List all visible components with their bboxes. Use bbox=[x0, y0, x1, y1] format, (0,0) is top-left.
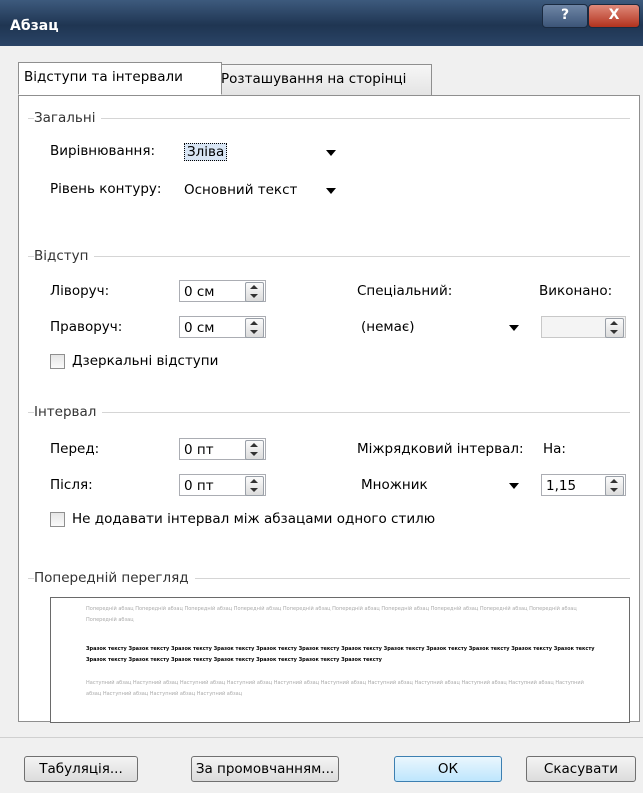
spacing-before-label: Перед: bbox=[50, 441, 100, 457]
section-preview-label: Попередній перегляд bbox=[34, 570, 195, 586]
ok-button[interactable]: ОК bbox=[394, 756, 502, 782]
paragraph-preview: Попередній абзац Попередній абзац Попере… bbox=[50, 597, 630, 723]
line-spacing-label: Міжрядковий інтервал: bbox=[357, 441, 524, 457]
spacing-at-label: На: bbox=[543, 441, 566, 457]
spacing-before-value: 0 пт bbox=[184, 442, 214, 458]
spacing-after-label: Після: bbox=[50, 477, 93, 493]
tab-indents-spacing[interactable]: Відступи та інтервали bbox=[18, 62, 222, 95]
outline-level-dropdown[interactable]: Основний текст bbox=[180, 179, 344, 201]
indent-right-label: Праворуч: bbox=[50, 319, 123, 335]
mirror-indents-checkbox[interactable] bbox=[50, 354, 65, 369]
section-indent-label: Відступ bbox=[34, 248, 95, 264]
mirror-indents-label: Дзеркальні відступи bbox=[72, 353, 219, 369]
spin-buttons-icon[interactable] bbox=[605, 318, 624, 338]
window-title: Абзац bbox=[10, 18, 59, 34]
spacing-at-spinner[interactable]: 1,15 bbox=[541, 474, 626, 496]
spin-buttons-icon[interactable] bbox=[605, 476, 624, 496]
spacing-at-value: 1,15 bbox=[546, 478, 577, 494]
preview-sample-text: Зразок тексту Зразок тексту Зразок текст… bbox=[86, 646, 595, 663]
line-spacing-value: Множник bbox=[361, 477, 428, 493]
spin-buttons-icon[interactable] bbox=[245, 476, 264, 496]
title-bar: Абзац ? X bbox=[0, 0, 643, 46]
no-space-same-style-checkbox[interactable] bbox=[50, 512, 65, 527]
cancel-button[interactable]: Скасувати bbox=[526, 756, 636, 782]
alignment-label: Вирівнювання: bbox=[50, 143, 156, 159]
section-divider bbox=[28, 118, 630, 119]
indent-by-label: Виконано: bbox=[539, 283, 613, 299]
paragraph-dialog: Абзац ? X Відступи та інтервали Розташув… bbox=[0, 0, 643, 793]
spacing-before-spinner[interactable]: 0 пт bbox=[179, 438, 266, 460]
special-indent-label: Спеціальний: bbox=[357, 283, 453, 299]
special-indent-value: (немає) bbox=[361, 319, 415, 335]
indent-left-spinner[interactable]: 0 см bbox=[179, 280, 266, 302]
tabs-button[interactable]: Табуляція... bbox=[24, 756, 138, 782]
tab-line-page-breaks[interactable]: Розташування на сторінці bbox=[215, 64, 432, 95]
section-divider bbox=[28, 412, 630, 413]
help-button[interactable]: ? bbox=[542, 4, 588, 28]
close-button[interactable]: X bbox=[588, 4, 640, 28]
spacing-after-spinner[interactable]: 0 пт bbox=[179, 474, 266, 496]
chevron-down-icon bbox=[326, 150, 336, 156]
alignment-dropdown[interactable]: Зліва bbox=[180, 141, 344, 163]
spacing-after-value: 0 пт bbox=[184, 478, 214, 494]
spin-buttons-icon[interactable] bbox=[245, 282, 264, 302]
indent-left-label: Ліворуч: bbox=[50, 283, 110, 299]
chevron-down-icon bbox=[326, 188, 336, 194]
indent-right-spinner[interactable]: 0 см bbox=[179, 316, 266, 338]
line-spacing-dropdown[interactable]: Множник bbox=[357, 474, 531, 496]
preview-previous-paragraph: Попередній абзац Попередній абзац Попере… bbox=[86, 606, 577, 623]
outline-level-label: Рівень контуру: bbox=[50, 181, 162, 197]
indent-right-value: 0 см bbox=[184, 320, 215, 336]
alignment-value: Зліва bbox=[184, 143, 228, 161]
set-default-button[interactable]: За промовчанням... bbox=[191, 756, 339, 782]
spin-buttons-icon[interactable] bbox=[245, 318, 264, 338]
preview-next-paragraph: Наступний абзац Наступний абзац Наступни… bbox=[86, 680, 584, 697]
footer-separator bbox=[0, 737, 643, 738]
chevron-down-icon bbox=[509, 325, 519, 331]
special-indent-dropdown[interactable]: (немає) bbox=[357, 316, 531, 338]
indent-left-value: 0 см bbox=[184, 284, 215, 300]
section-spacing-label: Інтервал bbox=[34, 404, 103, 420]
section-divider bbox=[28, 256, 630, 257]
spin-buttons-icon[interactable] bbox=[245, 440, 264, 460]
no-space-same-style-label: Не додавати інтервал між абзацами одного… bbox=[72, 511, 436, 527]
section-general-label: Загальні bbox=[34, 110, 102, 126]
indent-by-spinner[interactable] bbox=[541, 316, 626, 338]
chevron-down-icon bbox=[509, 483, 519, 489]
outline-level-value: Основний текст bbox=[184, 182, 298, 198]
